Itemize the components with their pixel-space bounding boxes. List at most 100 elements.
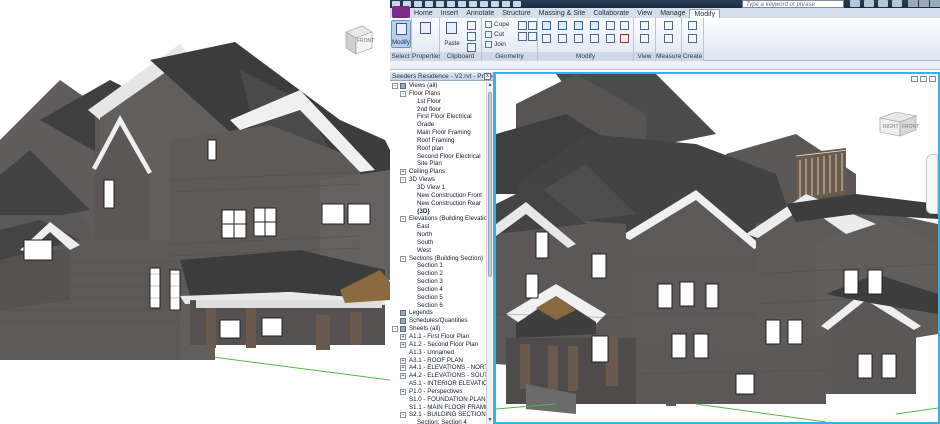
tree-node[interactable]: Section 1 [390, 262, 486, 270]
cope-button[interactable]: Cope [485, 20, 510, 29]
switch-windows-icon[interactable] [513, 1, 521, 7]
tree-node[interactable]: - Floor Plans [390, 90, 486, 98]
scroll-thumb[interactable] [488, 92, 492, 277]
copy-icon[interactable] [558, 34, 567, 43]
paste-button[interactable]: Paste [442, 20, 462, 48]
viewcube-right[interactable]: RIGHT FRONT [876, 106, 920, 138]
tree-node[interactable]: - Sections (Building Section) [390, 255, 486, 263]
split-face-icon[interactable] [518, 21, 527, 30]
mirror-draw-icon[interactable] [590, 21, 599, 30]
offset-icon[interactable] [558, 21, 567, 30]
tree-node[interactable]: - S2.1 - BUILDING SECTIONS [390, 411, 486, 419]
thin-lines-icon[interactable] [491, 1, 499, 7]
tree-node[interactable]: S1.1 - MAIN FLOOR FRAMING [390, 404, 486, 412]
align-icon[interactable] [542, 21, 551, 30]
tree-node[interactable]: Main Floor Framing [390, 129, 486, 137]
maximize-icon[interactable] [919, 0, 929, 7]
expand-icon[interactable]: + [400, 341, 406, 348]
tree-node[interactable]: - Sheets (all) [390, 325, 486, 333]
section-icon[interactable] [480, 1, 488, 7]
redo-icon[interactable] [425, 1, 433, 7]
tree-node[interactable]: + P1.0 - Perspectives [390, 388, 486, 396]
demolish-icon[interactable] [528, 32, 537, 41]
tree-node[interactable]: + Ceiling Plans [390, 168, 486, 176]
tree-node[interactable]: Section 3 [390, 278, 486, 286]
scale-icon[interactable] [620, 21, 629, 30]
tree-node[interactable]: First Floor Electrical [390, 113, 486, 121]
mirror-pick-icon[interactable] [574, 21, 583, 30]
tab-manage[interactable]: Manage [656, 9, 689, 18]
left-3d-view[interactable]: FRONT [0, 0, 390, 424]
view-restore-icon[interactable] [920, 76, 927, 82]
measure-icon[interactable] [447, 1, 455, 7]
collapse-icon[interactable]: - [400, 177, 406, 184]
array-icon[interactable] [606, 34, 615, 43]
help-icon[interactable] [892, 0, 902, 7]
cut-clipboard-icon[interactable] [467, 21, 476, 30]
join-button[interactable]: Join [485, 40, 506, 49]
tree-node[interactable]: Roof Framing [390, 137, 486, 145]
collapse-icon[interactable]: - [400, 216, 406, 223]
expand-icon[interactable]: + [400, 357, 406, 364]
tree-node[interactable]: 1st Floor [390, 98, 486, 106]
tree-node[interactable]: New Construction Front [390, 192, 486, 200]
rotate-icon[interactable] [574, 34, 583, 43]
tree-node[interactable]: 3D View 1 [390, 184, 486, 192]
tree-node[interactable]: Legends [390, 309, 486, 317]
split-icon[interactable] [606, 21, 615, 30]
minimize-icon[interactable] [908, 0, 918, 7]
properties-button[interactable] [416, 20, 436, 48]
application-menu-button[interactable] [392, 6, 410, 18]
3d-view-icon[interactable] [469, 1, 477, 7]
expand-icon[interactable]: + [400, 365, 406, 372]
tree-node[interactable]: A1.3 - Unnamed [390, 349, 486, 357]
tree-node[interactable]: +A4.1 - ELEVATIONS - NORTH & [390, 364, 486, 372]
create-group-icon[interactable] [688, 34, 697, 43]
undo-icon[interactable] [414, 1, 422, 7]
create-assembly-icon[interactable] [688, 21, 697, 30]
expand-icon[interactable]: + [400, 388, 406, 395]
close-icon[interactable] [930, 0, 940, 7]
print-icon[interactable] [436, 1, 444, 7]
expand-icon[interactable]: + [400, 169, 406, 176]
right-3d-view[interactable]: RIGHT FRONT [494, 72, 940, 424]
tree-node[interactable]: Section: Section 4 [390, 419, 486, 424]
paint-icon[interactable] [528, 21, 537, 30]
override-graphics-icon[interactable] [640, 21, 649, 30]
tree-node[interactable]: A5.1 - INTERIOR ELEVATIONS [390, 380, 486, 388]
scroll-up-icon[interactable]: ▲ [487, 82, 493, 89]
tab-view[interactable]: View [633, 9, 656, 18]
tab-insert[interactable]: Insert [437, 9, 463, 18]
tree-node[interactable]: - Views (all) [390, 82, 486, 90]
modify-button[interactable]: Modify [391, 20, 411, 48]
tree-node[interactable]: New Construction Rear [390, 200, 486, 208]
tree-node[interactable]: Section 4 [390, 286, 486, 294]
tree-node[interactable]: Section 6 [390, 302, 486, 310]
collapse-icon[interactable]: - [400, 90, 406, 97]
tab-collaborate[interactable]: Collaborate [589, 9, 633, 18]
tree-node[interactable]: Site Plan [390, 160, 486, 168]
tree-node[interactable]: Section 5 [390, 294, 486, 302]
trim-extend-icon[interactable] [590, 34, 599, 43]
tab-home[interactable]: Home [410, 9, 437, 18]
search-input[interactable]: Type a keyword or phrase [742, 0, 844, 8]
tree-node[interactable]: - Elevations (Building Elevation) [390, 215, 486, 223]
tree-node[interactable]: + A1.2 - Second Floor Plan [390, 341, 486, 349]
tree-node[interactable]: 2nd floor [390, 106, 486, 114]
close-hidden-icon[interactable] [502, 1, 510, 7]
close-browser-icon[interactable]: x [484, 73, 491, 80]
hide-icon[interactable] [640, 34, 649, 43]
tree-node[interactable]: -3D Views [390, 176, 486, 184]
tree-node[interactable]: + A3.1 - ROOF PLAN [390, 357, 486, 365]
tree-node[interactable]: West [390, 247, 486, 255]
collapse-icon[interactable]: - [400, 412, 406, 419]
project-browser[interactable]: Seeders Residence - V2.rvt - Project Br.… [390, 72, 494, 424]
wall-joins-icon[interactable] [518, 32, 527, 41]
tree-node[interactable]: South [390, 239, 486, 247]
collapse-icon[interactable]: - [400, 255, 406, 262]
scroll-down-icon[interactable]: ▼ [487, 417, 493, 424]
collapse-icon[interactable]: - [392, 83, 398, 89]
tab-annotate[interactable]: Annotate [462, 9, 498, 18]
tree-node[interactable]: Grade [390, 121, 486, 129]
view-minimize-icon[interactable] [911, 76, 918, 82]
